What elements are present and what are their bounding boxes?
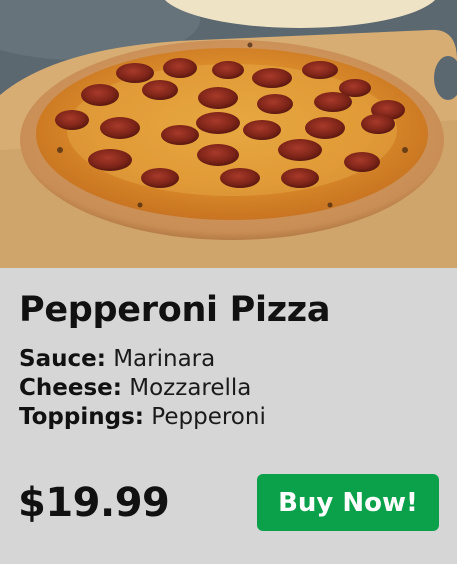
detail-value: Marinara <box>113 346 216 372</box>
detail-cheese: Cheese: Mozzarella <box>19 374 266 403</box>
product-title: Pepperoni Pizza <box>19 290 331 330</box>
detail-sauce: Sauce: Marinara <box>19 345 266 374</box>
detail-label: Cheese: <box>19 375 122 401</box>
price: $19.99 <box>18 480 170 526</box>
product-card: Pepperoni Pizza Sauce: Marinara Cheese: … <box>0 0 457 564</box>
detail-value: Mozzarella <box>129 375 252 401</box>
detail-label: Sauce: <box>19 346 106 372</box>
detail-label: Toppings: <box>19 404 144 430</box>
buy-now-button[interactable]: Buy Now! <box>257 474 439 531</box>
product-details: Sauce: Marinara Cheese: Mozzarella Toppi… <box>19 345 266 432</box>
pizza-image <box>0 0 457 268</box>
detail-value: Pepperoni <box>151 404 266 430</box>
detail-toppings: Toppings: Pepperoni <box>19 403 266 432</box>
